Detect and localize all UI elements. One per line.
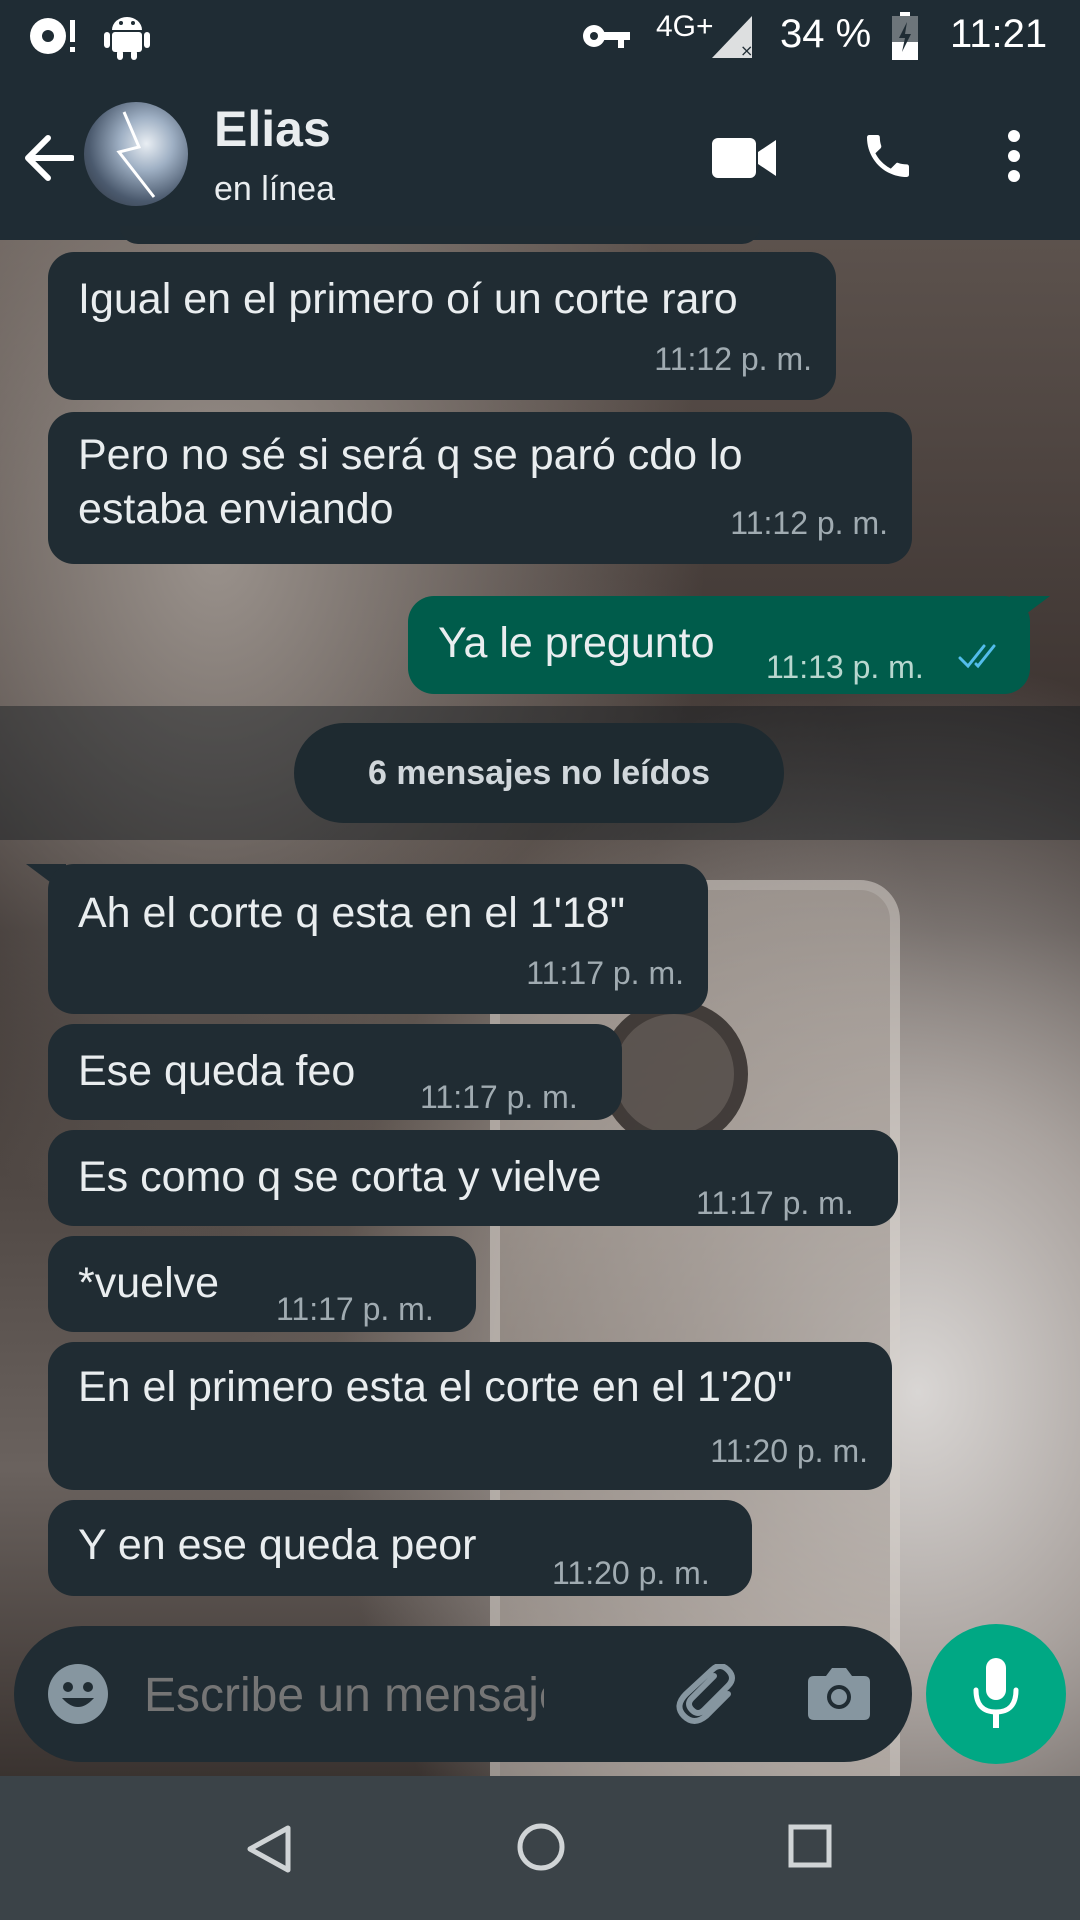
bubble-tail-outgoing bbox=[1010, 596, 1050, 626]
data-sync-icon bbox=[30, 18, 75, 54]
video-call-icon[interactable] bbox=[712, 136, 776, 180]
message-text: Ya le pregunto bbox=[438, 619, 715, 667]
message-bubble[interactable]: Es como q se corta y vielve 11:17 p. m. bbox=[48, 1130, 898, 1226]
voice-message-button[interactable] bbox=[926, 1624, 1066, 1764]
message-time: 11:20 p. m. bbox=[710, 1433, 868, 1469]
message-text: Pero no sé si será q se paró cdo lo bbox=[78, 431, 743, 479]
message-text: Es como q se corta y vielve bbox=[78, 1153, 602, 1201]
message-text: Igual en el primero oí un corte raro bbox=[78, 275, 738, 323]
message-bubble[interactable]: En el primero esta el corte en el 1'20" … bbox=[48, 1342, 892, 1490]
message-bubble[interactable]: Pero no sé si será q se paró cdo lo esta… bbox=[48, 412, 912, 564]
camera-icon[interactable] bbox=[808, 1664, 870, 1720]
contact-status: en línea bbox=[214, 170, 335, 208]
contact-name[interactable]: Elias bbox=[214, 100, 331, 158]
wallpaper-camera bbox=[600, 1000, 748, 1148]
more-vert-icon[interactable] bbox=[1000, 128, 1028, 184]
unread-messages-pill: 6 mensajes no leídos bbox=[294, 723, 784, 823]
message-bubble[interactable]: Ese queda feo 11:17 p. m. bbox=[48, 1024, 622, 1120]
message-time: 11:13 p. m. bbox=[766, 649, 924, 685]
message-text-line2: estaba enviando bbox=[78, 485, 394, 533]
read-ticks-icon bbox=[958, 644, 996, 669]
battery-percent: 34 % bbox=[780, 12, 872, 56]
vpn-key-icon bbox=[583, 25, 630, 48]
lightning-image bbox=[116, 111, 156, 198]
avatar[interactable] bbox=[84, 102, 188, 206]
phone-icon[interactable] bbox=[860, 128, 916, 184]
message-bubble[interactable]: Ah el corte q esta en el 1'18" 11:17 p. … bbox=[48, 864, 708, 1014]
network-type: 4G+ bbox=[656, 10, 714, 43]
message-input[interactable] bbox=[142, 1656, 546, 1734]
message-time: 11:12 p. m. bbox=[730, 505, 888, 541]
battery-icon bbox=[892, 12, 918, 60]
message-time: 11:20 p. m. bbox=[552, 1555, 710, 1591]
message-bubble-outgoing[interactable]: Ya le pregunto 11:13 p. m. bbox=[408, 596, 1030, 694]
chat-header: Elias en línea bbox=[0, 72, 1080, 240]
message-time: 11:17 p. m. bbox=[696, 1185, 854, 1221]
message-time: 11:12 p. m. bbox=[654, 341, 812, 377]
message-text: En el primero esta el corte en el 1'20" bbox=[78, 1363, 793, 1411]
message-time: 11:17 p. m. bbox=[276, 1291, 434, 1327]
recents-square-icon[interactable] bbox=[788, 1824, 832, 1868]
status-bar: 4G+ × 34 % 11:21 bbox=[0, 0, 1080, 72]
message-bubble[interactable]: Igual en el primero oí un corte raro 11:… bbox=[48, 252, 836, 400]
message-text: Ah el corte q esta en el 1'18" bbox=[78, 889, 625, 937]
clock: 11:21 bbox=[950, 12, 1048, 56]
message-composer bbox=[14, 1626, 912, 1762]
emoji-icon[interactable] bbox=[48, 1664, 108, 1724]
android-icon bbox=[104, 17, 150, 60]
paperclip-icon[interactable] bbox=[676, 1664, 742, 1730]
signal-icon: × bbox=[712, 16, 752, 58]
message-time: 11:17 p. m. bbox=[420, 1079, 578, 1115]
message-text: *vuelve bbox=[78, 1259, 220, 1307]
message-bubble[interactable]: Y en ese queda peor 11:20 p. m. bbox=[48, 1500, 752, 1596]
message-time: 11:17 p. m. bbox=[526, 955, 684, 991]
message-bubble[interactable]: *vuelve 11:17 p. m. bbox=[48, 1236, 476, 1332]
system-nav-bar bbox=[0, 1776, 1080, 1920]
message-text: Y en ese queda peor bbox=[78, 1521, 477, 1569]
message-bubble-partial bbox=[120, 226, 760, 244]
message-text: Ese queda feo bbox=[78, 1047, 356, 1095]
back-triangle-icon[interactable] bbox=[246, 1824, 292, 1874]
arrow-left-icon[interactable] bbox=[22, 132, 74, 184]
home-circle-icon[interactable] bbox=[516, 1822, 566, 1872]
mic-icon bbox=[973, 1658, 1019, 1728]
svg-text:×: × bbox=[740, 41, 752, 58]
